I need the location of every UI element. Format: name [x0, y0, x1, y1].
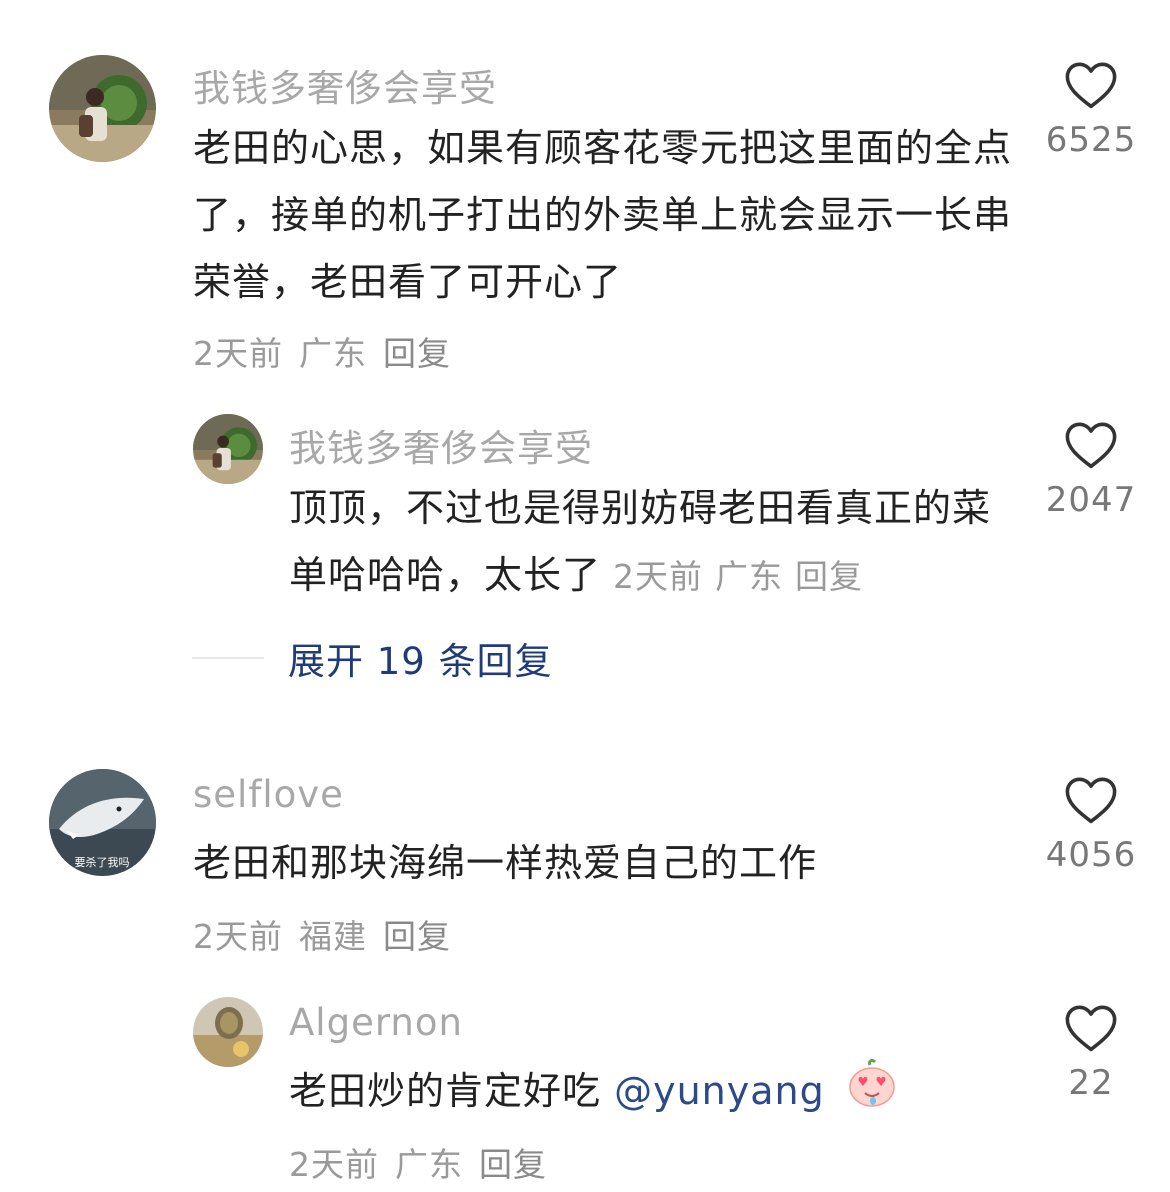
comment-meta: 2天前 福建 回复 [193, 910, 467, 958]
like-count: 22 [1068, 1063, 1114, 1103]
reply-meta: 2天前 广东 回复 [289, 1138, 563, 1186]
location: 广东 [395, 1145, 463, 1184]
comment-text: 老田和那块海绵一样热爱自己的工作 [193, 841, 818, 885]
reply-button[interactable]: 回复 [479, 1145, 547, 1184]
timestamp: 2天前 [289, 1145, 379, 1184]
location: 福建 [299, 917, 367, 956]
mention-link[interactable]: @yunyang [614, 1069, 825, 1113]
reply-username[interactable]: Algernon [289, 1001, 463, 1044]
reply-avatar[interactable] [193, 997, 263, 1067]
like-button[interactable]: 4056 [1031, 775, 1151, 875]
like-button[interactable]: 22 [1031, 1003, 1151, 1103]
reply-button[interactable]: 回复 [383, 917, 451, 956]
heart-eyes-peach-emoji [846, 1057, 898, 1130]
reply-text: 老田炒的肯定好吃 [289, 1069, 602, 1113]
avatar-caption: 要杀了我吗 [75, 855, 130, 869]
avatar[interactable]: 要杀了我吗 [49, 769, 156, 876]
comment-item: 要杀了我吗 selflove 老田和那块海绵一样热爱自己的工作 2天前 福建 回复 … [0, 0, 1170, 1192]
like-count: 4056 [1045, 835, 1137, 875]
timestamp: 2天前 [193, 917, 283, 956]
heart-outline-icon [1065, 1005, 1117, 1052]
heart-outline-icon [1065, 777, 1117, 824]
reply-text-block: 老田炒的肯定好吃 @yunyang [289, 1057, 1029, 1130]
username[interactable]: selflove [193, 773, 344, 816]
